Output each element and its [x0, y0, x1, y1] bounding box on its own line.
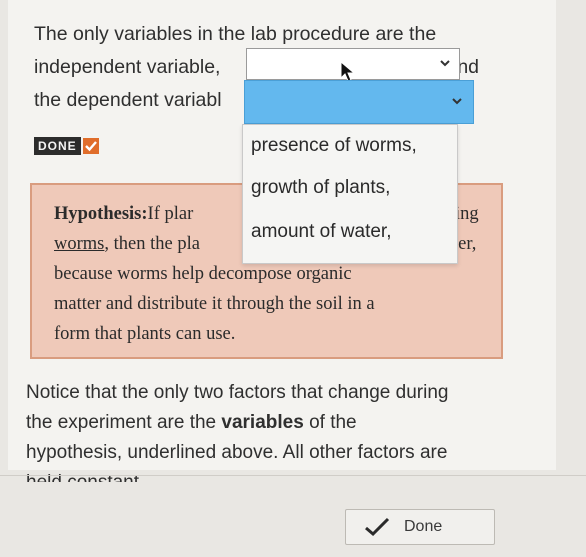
chevron-down-icon [451, 95, 463, 107]
dependent-variable-dropdown[interactable] [244, 80, 474, 124]
checkmark-icon [365, 517, 390, 537]
checkmark-icon [82, 138, 99, 154]
notice-line-2-start: the experiment are the [26, 412, 222, 433]
done-badge-label: DONE [34, 137, 81, 155]
hypothesis-line-2-start: , then the pla [104, 234, 200, 254]
question-line-1: The only variables in the lab procedure … [34, 23, 437, 45]
notice-line-4: held constant [26, 472, 139, 482]
footer-divider [0, 475, 586, 476]
hypothesis-underlined-worms: worms [54, 234, 105, 254]
notice-line-2-end: of the [303, 412, 357, 433]
done-button[interactable]: Done [345, 509, 495, 545]
hypothesis-line-3: because worms help decompose organic [54, 264, 352, 284]
dropdown-menu: presence of worms, growth of plants, amo… [242, 124, 458, 264]
menu-option-growth-of-plants[interactable]: growth of plants, [251, 177, 390, 199]
done-button-label: Done [404, 518, 443, 535]
hypothesis-line-5: form that plants can use. [54, 324, 236, 344]
notice-line-1: Notice that the only two factors that ch… [26, 382, 449, 403]
notice-text: Notice that the only two factors that ch… [26, 378, 526, 482]
hypothesis-line-1-start: If plar [147, 204, 194, 224]
done-badge: DONE [34, 137, 99, 155]
hypothesis-line-1-end: ing [455, 204, 479, 224]
hypothesis-line-4: matter and distribute it through the soi… [54, 294, 375, 314]
chevron-down-icon [439, 57, 451, 69]
question-line-3-start: the dependent variabl [34, 89, 222, 111]
menu-option-amount-of-water[interactable]: amount of water, [251, 221, 391, 243]
question-line-2-start: independent variable, [34, 56, 221, 78]
notice-bold-variables: variables [221, 412, 304, 433]
hypothesis-label: Hypothesis: [54, 204, 148, 224]
notice-line-3: hypothesis, underlined above. All other … [26, 442, 448, 463]
menu-option-presence-of-worms[interactable]: presence of worms, [251, 135, 417, 157]
